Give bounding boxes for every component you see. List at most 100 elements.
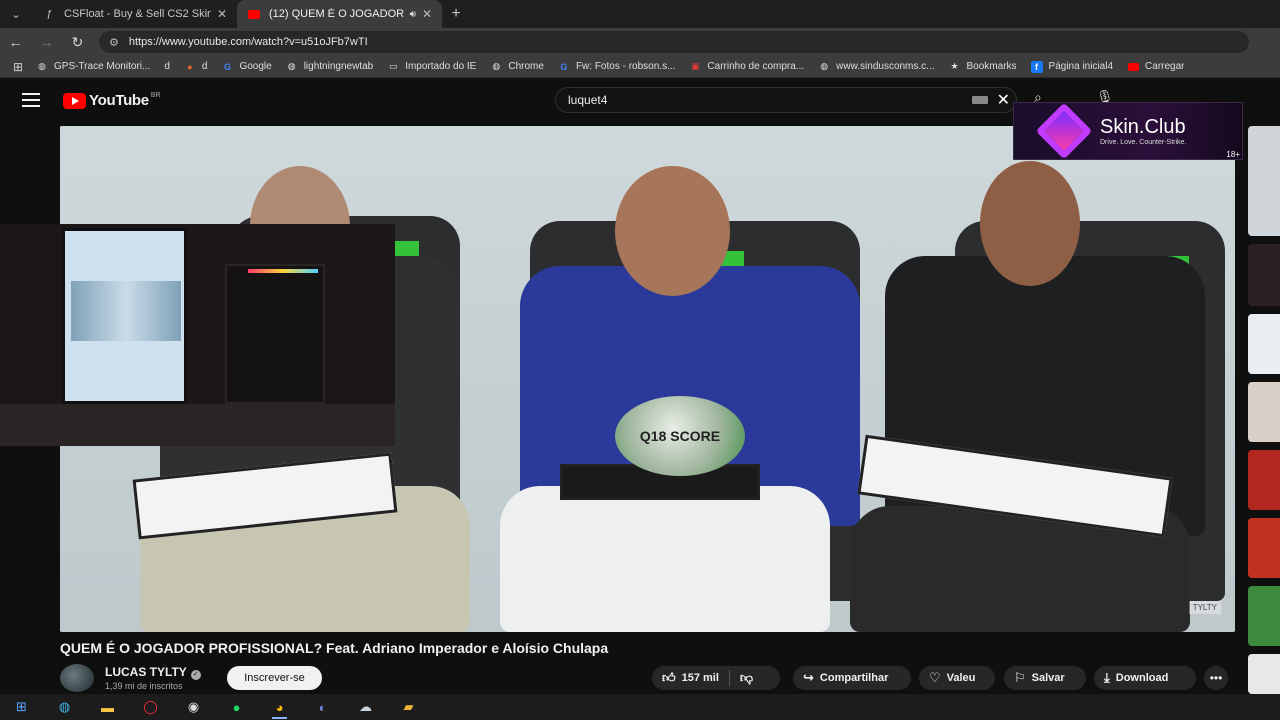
thumbs-up-icon[interactable]: 👍︎ — [662, 670, 676, 686]
share-icon: ↪ — [803, 670, 814, 685]
apps-grid-icon[interactable]: ⊞ — [0, 60, 36, 74]
recommended-thumbnail[interactable] — [1248, 518, 1280, 578]
channel-avatar[interactable] — [60, 664, 94, 692]
tab-search-chevron-icon[interactable]: ⌄ — [0, 0, 32, 28]
download-button[interactable]: ⤓ Download — [1094, 666, 1196, 690]
bookmark-carregar[interactable]: Carregar — [1127, 61, 1185, 73]
youtube-icon — [1127, 61, 1139, 73]
bookmark-sindusconms[interactable]: ◍ www.sindusconms.c... — [818, 61, 934, 73]
recommended-thumbnail[interactable] — [1248, 382, 1280, 442]
recommended-sidebar — [1248, 126, 1280, 696]
bookmark-bookmarks[interactable]: ★ Bookmarks — [949, 61, 1016, 73]
app-icon[interactable]: ▰ — [387, 694, 430, 720]
recommended-thumbnail[interactable] — [1248, 654, 1280, 694]
pepper-icon: ● — [187, 61, 193, 72]
subscribe-button[interactable]: Inscrever-se — [227, 666, 322, 690]
video-title: QUEM É O JOGADOR PROFISSIONAL? Feat. Adr… — [60, 640, 609, 656]
thumbs-down-icon[interactable]: 👎︎ — [740, 670, 753, 686]
globe-icon: ◍ — [820, 61, 829, 71]
obs-icon[interactable]: ◉ — [172, 694, 215, 720]
star-icon: ★ — [950, 61, 959, 71]
browser-toolbar: ← → ↻ ⚙ https://www.youtube.com/watch?v=… — [0, 28, 1280, 56]
edge-icon[interactable]: ◍ — [43, 694, 86, 720]
bookmark-d-2[interactable]: ● d — [184, 61, 207, 73]
recommended-thumbnail[interactable] — [1248, 450, 1280, 510]
channel-name[interactable]: LUCAS TYLTY ✓ — [105, 665, 201, 680]
tab-youtube-video[interactable]: (12) QUEM É O JOGADOR P 🔊︎ ✕ — [237, 0, 442, 28]
discord-icon[interactable]: ◐ — [301, 694, 344, 720]
tab-csfloat[interactable]: ƒ CSFloat - Buy & Sell CS2 Skins ✕ — [32, 0, 237, 28]
recommended-thumbnail[interactable] — [1248, 586, 1280, 646]
ad-brand: Skin.Club — [1100, 116, 1186, 138]
person-right-head — [980, 161, 1080, 286]
reload-icon[interactable]: ↻ — [62, 28, 93, 56]
bookmark-fw-fotos[interactable]: G Fw: Fotos - robson.s... — [558, 61, 675, 73]
bookmark-google[interactable]: G Google — [221, 61, 272, 73]
opera-icon[interactable]: ◯ — [129, 694, 172, 720]
new-tab-icon[interactable]: + — [442, 5, 470, 23]
channel-watermark[interactable]: TYLTY — [1188, 601, 1221, 614]
steam-icon[interactable]: ☁ — [344, 694, 387, 720]
skinclub-logo-icon — [1035, 102, 1093, 160]
bookmark-lightningnewtab[interactable]: ◍ lightningnewtab — [286, 61, 373, 73]
bookmark-d[interactable]: d — [164, 61, 170, 72]
recommended-thumbnail[interactable] — [1248, 314, 1280, 374]
speaker-icon[interactable]: 🔊︎ — [410, 9, 416, 20]
facebook-icon: f — [1030, 60, 1043, 73]
share-button[interactable]: ↪ Compartilhar — [793, 666, 911, 690]
skinclub-ad-banner[interactable]: Skin.Club Drive. Love. Counter-Strike. 1… — [1013, 102, 1243, 160]
download-icon: ⤓ — [1104, 670, 1110, 685]
bookmark-icon: ⚐ — [1014, 670, 1026, 685]
rgb-light — [248, 269, 318, 273]
cart-icon: ▣ — [691, 61, 700, 71]
csfloat-icon: ƒ — [46, 8, 52, 20]
recommended-thumbnail[interactable] — [1248, 244, 1280, 306]
globe-icon: ◍ — [38, 61, 46, 71]
forward-arrow-icon[interactable]: → — [31, 28, 62, 56]
video-actions-row: LUCAS TYLTY ✓ 1,39 mi de inscritos Inscre… — [60, 662, 1240, 694]
like-count[interactable]: 157 mil — [682, 672, 719, 684]
chrome-icon[interactable]: ◕ — [258, 694, 301, 720]
search-input[interactable]: luquet4 ✕ — [555, 87, 1017, 113]
recommended-thumbnail[interactable] — [1248, 126, 1280, 236]
subscriber-count: 1,39 mi de inscritos — [105, 681, 183, 691]
pc-case — [225, 264, 325, 404]
keyboard-icon[interactable] — [972, 96, 988, 104]
spotify-icon[interactable]: ● — [215, 694, 258, 720]
chrome-icon: ◍ — [492, 61, 501, 71]
bookmark-gps-trace[interactable]: ◍ GPS-Trace Monitori... — [36, 61, 150, 73]
save-button[interactable]: ⚐ Salvar — [1004, 666, 1086, 690]
menu-icon[interactable] — [22, 93, 40, 107]
tab-title: CSFloat - Buy & Sell CS2 Skins — [64, 8, 211, 20]
file-explorer-icon[interactable]: ▬ — [86, 694, 129, 720]
youtube-logo[interactable]: YouTube BR — [63, 92, 161, 109]
more-options-icon[interactable]: ••• — [1204, 666, 1228, 690]
like-dislike-group: 👍︎ 157 mil 👎︎ — [652, 666, 780, 690]
google-icon: G — [560, 61, 568, 72]
youtube-play-icon — [63, 92, 86, 109]
verified-icon: ✓ — [190, 670, 201, 680]
url-text: https://www.youtube.com/watch?v=u51oJFb7… — [128, 36, 368, 48]
football: Q18 SCORE — [615, 396, 745, 476]
youtube-icon — [247, 7, 261, 21]
windows-taskbar: ⊞ ◍ ▬ ◯ ◉ ● ◕ ◐ ☁ ▰ — [0, 694, 1280, 720]
back-arrow-icon[interactable]: ← — [0, 28, 31, 56]
ad-tagline: Drive. Love. Counter-Strike. — [1100, 139, 1187, 146]
google-icon: G — [223, 61, 231, 72]
bookmark-chrome[interactable]: ◍ Chrome — [490, 61, 544, 73]
address-bar[interactable]: ⚙ https://www.youtube.com/watch?v=u51oJF… — [99, 31, 1249, 53]
bookmark-carrinho[interactable]: ▣ Carrinho de compra... — [689, 61, 804, 73]
close-tab-icon[interactable]: ✕ — [422, 7, 432, 21]
bookmark-pagina-inicial4[interactable]: f Página inicial4 — [1030, 60, 1113, 73]
desk — [0, 404, 395, 446]
close-tab-icon[interactable]: ✕ — [217, 7, 227, 21]
windows-start-icon[interactable]: ⊞ — [0, 694, 43, 720]
site-info-icon[interactable]: ⚙ — [109, 36, 119, 49]
person-center-head — [615, 166, 730, 296]
monitor — [62, 228, 187, 404]
clear-search-icon[interactable]: ✕ — [997, 90, 1010, 110]
webcam-overlay — [0, 224, 395, 446]
search-query: luquet4 — [568, 93, 608, 107]
bookmark-importado-ie[interactable]: ▭ Importado do IE — [387, 61, 476, 73]
thanks-button[interactable]: ♡ Valeu — [919, 666, 995, 690]
